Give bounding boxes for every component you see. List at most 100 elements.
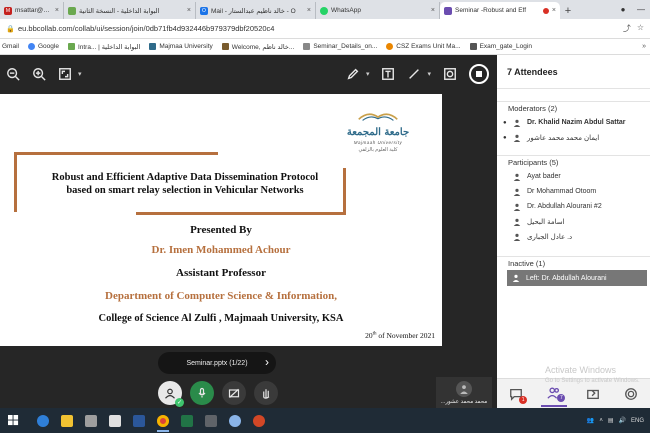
collaborate-icon [444,6,452,15]
attendee-name: ايمان محمد محمد عاشور [527,134,600,142]
powerpoint-icon [253,414,265,427]
bookmark-seminar[interactable]: Seminar_Details_on... [303,43,377,50]
chrome-taskbar-button[interactable] [152,410,174,432]
chat-tab-button[interactable]: 1 [503,381,529,407]
self-video-thumbnail[interactable]: ...محمد محمد عشور [436,377,492,408]
csz-icon [386,43,394,50]
person-icon [511,172,523,182]
file-navigation[interactable]: Seminar.pptx (1/22) › [158,352,276,374]
star-icon[interactable]: ☆ [637,23,644,34]
url-text[interactable]: eu.bbcollab.com/collab/ui/session/join/0… [18,24,274,33]
mail-icon [109,414,121,427]
presented-by-label: Presented By [190,224,252,236]
excel-taskbar-button[interactable] [176,410,198,432]
media-icon[interactable]: ● [614,5,632,14]
attendee-name: Dr Mohammad Otoom [527,188,597,195]
volume-icon[interactable]: 🔊 [619,417,626,424]
text-icon [382,68,395,80]
browser-tab-seminar[interactable]: Seminar -Robust and Eff × [440,2,560,19]
chevron-down-icon[interactable]: ▾ [427,70,431,78]
attendee-row[interactable]: د. عادل الجبارى [497,229,650,244]
book-logo-icon [358,113,398,121]
start-button[interactable] [2,410,24,432]
close-icon[interactable]: × [307,7,311,14]
my-status-button[interactable]: ✓ [158,381,184,407]
raise-hand-button[interactable] [254,381,278,405]
zoom-in-icon [33,68,46,81]
calculator-taskbar-button[interactable] [200,410,222,432]
close-icon[interactable]: × [431,7,435,14]
attendees-panel: 7 Attendees Moderators (2) ● Dr. Khalid … [497,55,650,408]
attendee-row[interactable]: اسامة البحيل [497,214,650,229]
minimize-icon[interactable]: — [632,5,650,14]
browser-tab-strip: M msattar@gmail... × البوابة الداخلية - … [0,0,650,19]
person-icon [510,273,522,283]
attendee-row-inactive[interactable]: Left: Dr. Abdullah Alourani [507,270,647,286]
attendee-row[interactable]: Dr. Abdullah Alourani #2 [497,199,650,214]
language-indicator[interactable]: ENG [631,418,644,424]
windows-icon [7,415,18,426]
bookmark-majmaa[interactable]: Majmaa University [149,43,213,50]
address-bar-actions: ⤴ ☆ [623,23,644,34]
bookmark-label: CSZ Exams Unit Ma... [396,43,461,50]
close-icon[interactable]: × [187,7,191,14]
browser-tab-intranet[interactable]: البوابة الداخلية - النسخة الثانية × [64,2,196,19]
chevron-right-icon[interactable]: › [265,355,269,369]
fit-screen-button[interactable] [52,61,78,87]
powerpoint-taskbar-button[interactable] [248,410,270,432]
attendee-row[interactable]: Ayat bader [497,169,650,184]
stop-icon [476,71,482,77]
zoom-out-button[interactable] [0,61,26,87]
people-tray-icon[interactable]: 👥 [587,417,594,424]
file-explorer-taskbar-button[interactable] [56,410,78,432]
word-taskbar-button[interactable] [128,410,150,432]
edge-taskbar-button[interactable] [32,410,54,432]
zoom-in-button[interactable] [26,61,52,87]
bookmark-exam-gate[interactable]: Exam_gate_Login [469,43,532,50]
bookmark-intranet[interactable]: Intra... | البوابة الداخلية [67,43,140,51]
share-icon [586,389,599,399]
chevron-down-icon[interactable]: ▾ [366,70,370,78]
browser-tab-mail[interactable]: O Mail - خالد ناظيم عبدالستار - O × [196,2,316,19]
stamp-tool-button[interactable] [437,61,463,87]
bookmark-csz[interactable]: CSZ Exams Unit Ma... [386,43,461,50]
camera-button[interactable] [222,381,246,405]
line-tool-button[interactable] [401,61,427,87]
text-tool-button[interactable] [375,61,401,87]
attendee-row[interactable]: ● ايمان محمد محمد عاشور [497,130,650,145]
address-bar[interactable]: 🔒 eu.bbcollab.com/collab/ui/session/join… [0,19,650,39]
share-icon[interactable]: ⤴ [623,23,631,34]
browser-tab-whatsapp[interactable]: WhatsApp × [316,2,440,19]
paint-taskbar-button[interactable] [224,410,246,432]
recording-icon [542,7,549,14]
attendee-row[interactable]: ● Dr. Khalid Nazim Abdul Sattar [497,115,650,130]
stop-sharing-button[interactable] [469,64,489,84]
close-icon[interactable]: × [55,7,59,14]
network-icon[interactable]: ▤ [608,417,614,424]
window-controls: ● — [614,0,650,19]
attendee-row[interactable]: Dr Mohammad Otoom [497,184,650,199]
store-taskbar-button[interactable] [80,410,102,432]
close-icon[interactable]: × [552,7,556,14]
logo-english-name: Majmaah University [353,140,403,145]
chevron-down-icon[interactable]: ▾ [78,70,82,78]
lock-icon[interactable]: 🔒 [6,25,16,33]
browser-tab-gmail[interactable]: M msattar@gmail... × [0,2,64,19]
logo-arabic-name: جامعة المجمعة [346,127,410,138]
participants-section-label: Participants (5) [497,155,650,169]
moderators-section-label: Moderators (2) [497,101,650,115]
bookmark-welcome[interactable]: Welcome, خالد ناظم... [221,43,294,51]
new-tab-button[interactable]: + [560,2,576,19]
bookmark-gmail[interactable]: Gmail [2,43,19,50]
chevron-right-icon[interactable]: » [642,43,646,50]
chevron-up-icon[interactable]: ˄ [599,418,603,424]
microphone-button[interactable] [190,381,214,405]
microphone-icon [198,387,206,398]
attendee-count-badge: 7 [557,393,566,402]
mail-taskbar-button[interactable] [104,410,126,432]
bookmark-google[interactable]: Google [27,43,59,50]
excel-icon [181,414,193,427]
line-icon [409,69,420,79]
pen-tool-button[interactable] [340,61,366,87]
tab-label: Mail - خالد ناظيم عبدالستار - O [211,7,296,15]
